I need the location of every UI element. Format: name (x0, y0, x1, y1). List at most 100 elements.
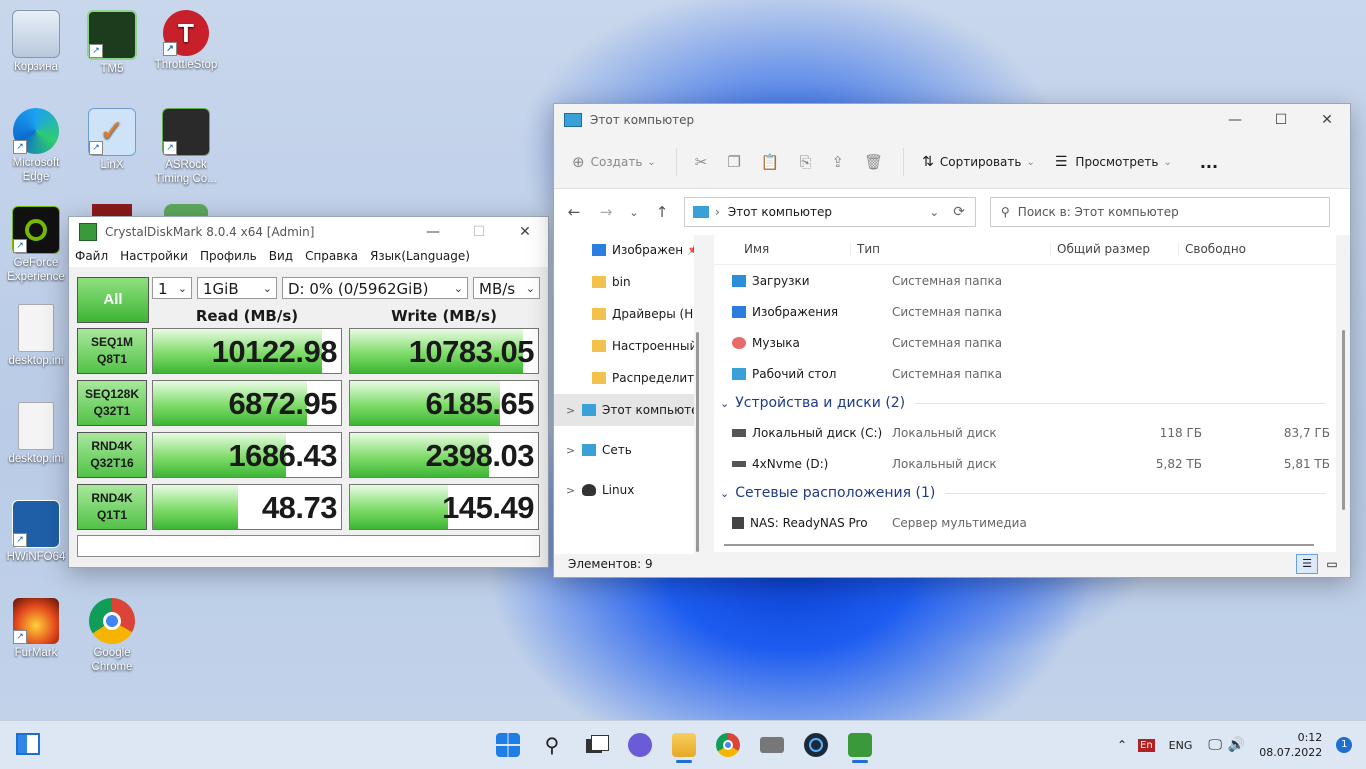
menu-settings[interactable]: Настройки (120, 247, 196, 267)
cut-icon[interactable]: ✂ (695, 153, 708, 171)
desktop-icon-hwinfo64[interactable]: ↗ HWiNFO64 (0, 500, 72, 564)
desktop-icon-asrock-timing[interactable]: ↗ ASRock Timing Co... (150, 108, 222, 186)
desktop-icon-recycle-bin[interactable]: Корзина (0, 10, 72, 74)
list-item[interactable]: NAS: ReadyNAS Pro Сервер мультимедиа (714, 507, 1336, 538)
crystaldiskmark-taskbar-icon[interactable] (848, 733, 872, 763)
menu-file[interactable]: Файл (75, 247, 116, 267)
view-button[interactable]: ☰ Просмотреть ⌄ (1055, 154, 1172, 170)
expand-chevron-icon[interactable]: > (566, 444, 575, 457)
column-total-size[interactable]: Общий размер (1050, 242, 1178, 256)
test-button-rnd4k-q32t16[interactable]: RND4K Q32T16 (77, 432, 147, 478)
expand-chevron-icon[interactable]: > (566, 484, 575, 497)
network-drive-icon[interactable] (760, 737, 784, 753)
list-item[interactable]: 4xNvme (D:) Локальный диск 5,82 ТБ 5,81 ТБ (714, 448, 1336, 479)
chat-icon[interactable] (628, 733, 652, 757)
list-item[interactable]: Рабочий стол Системная папка (714, 358, 1336, 389)
test-button-seq128k[interactable]: SEQ128K Q32T1 (77, 380, 147, 426)
address-bar[interactable]: › Этот компьютер ⌄ ⟳ (684, 197, 976, 227)
column-name[interactable]: Имя (714, 242, 850, 256)
menu-language[interactable]: Язык(Language) (370, 247, 478, 267)
horizontal-scrollbar[interactable] (724, 544, 1314, 546)
forward-arrow-icon[interactable]: → (590, 203, 622, 221)
details-view-icon[interactable]: ☰ (1296, 554, 1318, 574)
nav-item-network[interactable]: > Сеть (554, 434, 694, 466)
share-icon[interactable]: ⇪ (832, 153, 845, 171)
explorer-titlebar[interactable]: Этот компьютер — ☐ ✕ (554, 104, 1350, 136)
tray-overflow-chevron-icon[interactable]: ⌃ (1112, 738, 1132, 752)
create-button[interactable]: ⊕ Создать ⌄ (572, 153, 656, 171)
volume-icon[interactable]: 🔊 (1228, 737, 1245, 753)
nav-item-linux[interactable]: > Linux (554, 474, 694, 506)
refresh-icon[interactable]: ⟳ (953, 204, 965, 220)
maximize-icon[interactable]: ☐ (456, 224, 502, 240)
column-type[interactable]: Тип (850, 242, 1050, 256)
expand-chevron-icon[interactable]: > (566, 404, 575, 417)
desktop-icon-chrome[interactable]: Google Chrome (76, 598, 148, 674)
drive-select[interactable]: D: 0% (0/5962GiB) ⌄ (282, 277, 468, 299)
nav-item-drivers[interactable]: Драйверы (Hu (554, 298, 694, 330)
test-button-seq1m[interactable]: SEQ1M Q8T1 (77, 328, 147, 374)
delete-icon[interactable]: 🗑 (864, 153, 883, 171)
desktop-icon-edge[interactable]: ↗ Microsoft Edge (0, 108, 72, 184)
nav-item-pictures[interactable]: Изображен 📌 (554, 234, 694, 266)
chevron-down-icon[interactable]: ⌄ (929, 205, 939, 219)
maximize-icon[interactable]: ☐ (1258, 112, 1304, 128)
minimize-icon[interactable]: — (410, 224, 456, 240)
column-free[interactable]: Свободно (1178, 242, 1308, 256)
lang-badge[interactable]: En (1138, 738, 1155, 752)
chrome-icon[interactable] (716, 733, 740, 757)
nav-item-bin[interactable]: bin (554, 266, 694, 298)
list-item[interactable]: Изображения Системная папка (714, 296, 1336, 327)
tiles-view-icon[interactable]: ▭ (1322, 555, 1342, 573)
search-icon[interactable]: ⚲ (540, 733, 564, 757)
cortana-icon[interactable] (804, 733, 828, 757)
group-devices[interactable]: ⌄ Устройства и диски (2) (714, 389, 1336, 417)
nav-item-configured[interactable]: Настроенный (554, 330, 694, 362)
crystaldiskmark-window[interactable]: CrystalDiskMark 8.0.4 x64 [Admin] — ☐ ✕ … (68, 216, 549, 568)
network-tray-icon[interactable]: 🖵 (1208, 737, 1222, 753)
minimize-icon[interactable]: — (1212, 112, 1258, 128)
menu-profile[interactable]: Профиль (200, 247, 265, 267)
menu-view[interactable]: Вид (269, 247, 301, 267)
language-indicator[interactable]: ENG (1169, 739, 1193, 752)
start-icon[interactable] (496, 733, 520, 757)
list-item[interactable]: Локальный диск (C:) Локальный диск 118 ГБ 8… (714, 417, 1336, 448)
back-arrow-icon[interactable]: ← (558, 203, 590, 221)
explorer-window[interactable]: Этот компьютер — ☐ ✕ ⊕ Создать ⌄ ✂ ❐ 📋 ⎘ ⇪… (553, 103, 1351, 578)
task-view-icon[interactable] (584, 733, 609, 757)
search-input[interactable]: ⚲ Поиск в: Этот компьютер (990, 197, 1330, 227)
group-network[interactable]: ⌄ Сетевые расположения (1) (714, 479, 1336, 507)
desktop-icon-tm5[interactable]: ↗ TM5 (76, 10, 148, 76)
test-button-rnd4k-q1t1[interactable]: RND4K Q1T1 (77, 484, 147, 530)
list-item[interactable]: Музыка Системная папка (714, 327, 1336, 358)
widgets-icon[interactable] (16, 733, 40, 755)
clock[interactable]: 0:12 08.07.2022 (1259, 730, 1322, 760)
unit-select[interactable]: MB/s ⌄ (473, 277, 540, 299)
nav-item-distribute[interactable]: Распределить (554, 362, 694, 394)
close-icon[interactable]: ✕ (1304, 112, 1350, 128)
comment-input[interactable] (77, 535, 540, 557)
desktop-icon-throttlestop[interactable]: T ↗ ThrottleStop (150, 10, 222, 72)
count-select[interactable]: 1 ⌄ (152, 277, 192, 299)
nav-scrollbar[interactable] (696, 332, 699, 552)
list-item[interactable]: Загрузки Системная папка (714, 265, 1336, 296)
cdm-titlebar[interactable]: CrystalDiskMark 8.0.4 x64 [Admin] — ☐ ✕ (69, 217, 548, 247)
close-icon[interactable]: ✕ (502, 224, 548, 240)
desktop-icon-linx[interactable]: ✓ ↗ LinX (76, 108, 148, 172)
desktop-icon-desktop-ini-2[interactable]: desktop.ini (0, 402, 72, 466)
more-options-button[interactable]: ... (1200, 153, 1218, 172)
content-scrollbar[interactable] (1342, 330, 1345, 510)
rename-icon[interactable]: ⎘ (800, 153, 812, 171)
up-arrow-icon[interactable]: ↑ (646, 203, 678, 221)
file-explorer-icon[interactable] (672, 733, 696, 763)
notification-badge[interactable]: 1 (1336, 737, 1353, 753)
desktop-icon-geforce[interactable]: ↗ GeForce Experience (0, 206, 72, 284)
copy-icon[interactable]: ❐ (727, 153, 740, 171)
nav-item-this-pc[interactable]: >Этот компьютер (554, 394, 694, 426)
recent-chevron-icon[interactable]: ⌄ (622, 206, 646, 219)
paste-icon[interactable]: 📋 (761, 153, 780, 171)
desktop-icon-desktop-ini-1[interactable]: desktop.ini (0, 304, 72, 368)
size-select[interactable]: 1GiB ⌄ (197, 277, 277, 299)
desktop-icon-furmark[interactable]: ↗ FurMark (0, 598, 72, 660)
all-tests-button[interactable]: All (77, 277, 149, 323)
